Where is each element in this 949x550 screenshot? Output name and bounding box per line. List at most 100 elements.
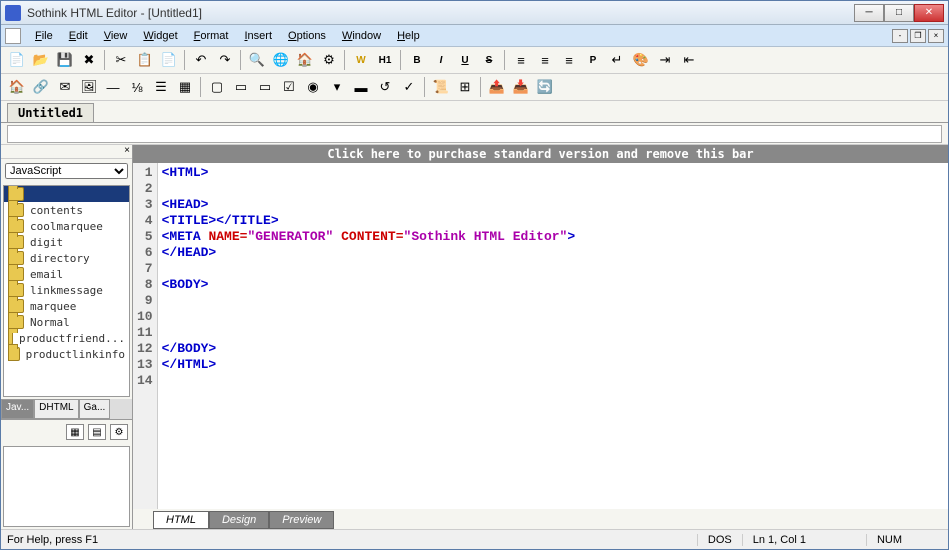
view-icon-3[interactable]: ⚙ bbox=[110, 424, 128, 440]
check-button[interactable]: ☑ bbox=[278, 76, 300, 98]
menu-view[interactable]: View bbox=[96, 28, 136, 44]
status-position: Ln 1, Col 1 bbox=[742, 534, 816, 546]
menu-window[interactable]: Window bbox=[334, 28, 389, 44]
purchase-banner[interactable]: Click here to purchase standard version … bbox=[133, 145, 948, 163]
mdi-close[interactable]: × bbox=[928, 29, 944, 43]
home-button[interactable]: 🏠 bbox=[6, 76, 28, 98]
maximize-button[interactable]: □ bbox=[884, 4, 914, 22]
sidebar-item[interactable]: productfriend... bbox=[4, 330, 129, 346]
menu-edit[interactable]: Edit bbox=[61, 28, 96, 44]
editor-tab-design[interactable]: Design bbox=[209, 511, 269, 529]
minimize-button[interactable]: ─ bbox=[854, 4, 884, 22]
indent-button[interactable]: ⇥ bbox=[654, 49, 676, 71]
status-mode: DOS bbox=[697, 534, 742, 546]
underline-button[interactable]: U bbox=[454, 49, 476, 71]
address-bar bbox=[1, 123, 948, 145]
download-button[interactable]: 📥 bbox=[510, 76, 532, 98]
sidebar-category-select[interactable]: JavaScript bbox=[5, 163, 128, 179]
menu-format[interactable]: Format bbox=[186, 28, 237, 44]
sidebar-list: contentscoolmarqueedigitdirectoryemailli… bbox=[3, 185, 130, 397]
save-button[interactable]: 💾 bbox=[54, 49, 76, 71]
find-button[interactable]: 🔍 bbox=[246, 49, 268, 71]
sidebar-item[interactable]: email bbox=[4, 266, 129, 282]
menu-insert[interactable]: Insert bbox=[236, 28, 280, 44]
menu-options[interactable]: Options bbox=[280, 28, 334, 44]
new-button[interactable]: 📄 bbox=[6, 49, 28, 71]
editor-view-tabs: HTMLDesignPreview bbox=[133, 509, 948, 529]
sidebar-item[interactable]: Normal bbox=[4, 314, 129, 330]
sidebar-item[interactable]: digit bbox=[4, 234, 129, 250]
newline-button[interactable]: ↵ bbox=[606, 49, 628, 71]
bold-button[interactable]: B bbox=[406, 49, 428, 71]
menu-help[interactable]: Help bbox=[389, 28, 428, 44]
sidebar-close[interactable]: × bbox=[1, 145, 132, 159]
sidebar-item[interactable]: contents bbox=[4, 202, 129, 218]
ul-button[interactable]: ☰ bbox=[150, 76, 172, 98]
mail-button[interactable]: ✉ bbox=[54, 76, 76, 98]
paragraph-button[interactable]: P bbox=[582, 49, 604, 71]
italic-button[interactable]: I bbox=[430, 49, 452, 71]
dash-button[interactable]: — bbox=[102, 76, 124, 98]
toolbar-1: 📄 📂 💾 ✖ ✂ 📋 📄 ↶ ↷ 🔍 🌐 🏠 ⚙ W H1 B I U S ≡… bbox=[1, 47, 948, 74]
mdi-restore[interactable]: ❐ bbox=[910, 29, 926, 43]
highlight-button[interactable]: W bbox=[350, 49, 372, 71]
site-button[interactable]: 🏠 bbox=[294, 49, 316, 71]
undo-button[interactable]: ↶ bbox=[190, 49, 212, 71]
menu-widget[interactable]: Widget bbox=[135, 28, 185, 44]
sidebar: × JavaScript contentscoolmarqueedigitdir… bbox=[1, 145, 133, 529]
view-icon-2[interactable]: ▤ bbox=[88, 424, 106, 440]
sidebar-item[interactable]: linkmessage bbox=[4, 282, 129, 298]
document-tab[interactable]: Untitled1 bbox=[7, 103, 94, 122]
menu-file[interactable]: File bbox=[27, 28, 61, 44]
mdi-minimize[interactable]: - bbox=[892, 29, 908, 43]
sidebar-item[interactable]: directory bbox=[4, 250, 129, 266]
sidebar-tab[interactable]: Ga... bbox=[79, 399, 111, 419]
textarea-button[interactable]: ▭ bbox=[254, 76, 276, 98]
sync-button[interactable]: 🔄 bbox=[534, 76, 556, 98]
image-button[interactable]: 🖼 bbox=[78, 76, 100, 98]
editor-tab-html[interactable]: HTML bbox=[153, 511, 209, 529]
sidebar-item[interactable]: productlinkinfo bbox=[4, 346, 129, 362]
form-button[interactable]: ▢ bbox=[206, 76, 228, 98]
view-icon-1[interactable]: ▦ bbox=[66, 424, 84, 440]
close-button[interactable]: ✕ bbox=[914, 4, 944, 22]
frame-button[interactable]: ⊞ bbox=[454, 76, 476, 98]
sidebar-item[interactable]: marquee bbox=[4, 298, 129, 314]
browser-button[interactable]: 🌐 bbox=[270, 49, 292, 71]
sidebar-tab[interactable]: Jav... bbox=[1, 399, 34, 419]
strike-button[interactable]: S bbox=[478, 49, 500, 71]
settings-button[interactable]: ⚙ bbox=[318, 49, 340, 71]
heading-button[interactable]: H1 bbox=[374, 49, 396, 71]
address-input[interactable] bbox=[7, 125, 942, 143]
palette-button[interactable]: 🎨 bbox=[630, 49, 652, 71]
sidebar-item[interactable] bbox=[4, 186, 129, 202]
input-button[interactable]: ▭ bbox=[230, 76, 252, 98]
paste-button[interactable]: 📄 bbox=[158, 49, 180, 71]
window-title: Sothink HTML Editor - [Untitled1] bbox=[27, 6, 202, 20]
align-right-button[interactable]: ≡ bbox=[558, 49, 580, 71]
upload-button[interactable]: 📤 bbox=[486, 76, 508, 98]
radio-button[interactable]: ◉ bbox=[302, 76, 324, 98]
link-button[interactable]: 🔗 bbox=[30, 76, 52, 98]
align-left-button[interactable]: ≡ bbox=[510, 49, 532, 71]
reset-button[interactable]: ↺ bbox=[374, 76, 396, 98]
outdent-button[interactable]: ⇤ bbox=[678, 49, 700, 71]
document-tabs: Untitled1 bbox=[1, 101, 948, 123]
editor-tab-preview[interactable]: Preview bbox=[269, 511, 334, 529]
menu-bar: FileEditViewWidgetFormatInsertOptionsWin… bbox=[1, 25, 948, 47]
ol-button[interactable]: ⅛ bbox=[126, 76, 148, 98]
script-button[interactable]: 📜 bbox=[430, 76, 452, 98]
select-button[interactable]: ▾ bbox=[326, 76, 348, 98]
sidebar-tab[interactable]: DHTML bbox=[34, 399, 78, 419]
close-doc-button[interactable]: ✖ bbox=[78, 49, 100, 71]
copy-button[interactable]: 📋 bbox=[134, 49, 156, 71]
table-button[interactable]: ▦ bbox=[174, 76, 196, 98]
open-button[interactable]: 📂 bbox=[30, 49, 52, 71]
cut-button[interactable]: ✂ bbox=[110, 49, 132, 71]
submit-button[interactable]: ✓ bbox=[398, 76, 420, 98]
redo-button[interactable]: ↷ bbox=[214, 49, 236, 71]
code-editor[interactable]: 1234567891011121314 <HTML><HEAD><TITLE><… bbox=[133, 163, 948, 509]
align-center-button[interactable]: ≡ bbox=[534, 49, 556, 71]
button-button[interactable]: ▬ bbox=[350, 76, 372, 98]
sidebar-item[interactable]: coolmarquee bbox=[4, 218, 129, 234]
